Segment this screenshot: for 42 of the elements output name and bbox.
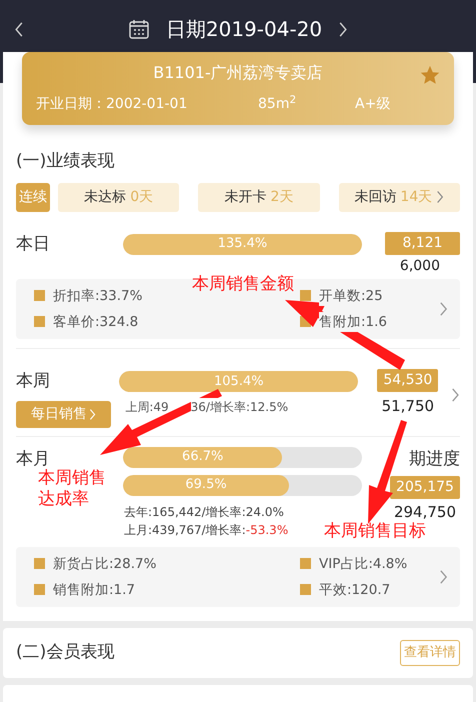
progress-percent: 105.4% bbox=[213, 372, 265, 391]
target-value: 294,750 bbox=[394, 502, 456, 522]
square-icon bbox=[34, 316, 45, 328]
open-date: 开业日期：2002-01-01 bbox=[36, 95, 188, 114]
streak-tag[interactable]: 未开卡 2天 bbox=[198, 182, 320, 212]
compare-text: 去年:165,442/增长率:24.0% bbox=[124, 504, 284, 520]
streak-tag[interactable]: 未达标 0天 bbox=[58, 182, 180, 212]
section-title: (二)会员表现 bbox=[16, 641, 114, 664]
square-icon bbox=[34, 584, 45, 596]
store-grade: A+级 bbox=[355, 95, 390, 114]
store-name: B1101-广州荔湾专卖店 bbox=[153, 62, 323, 84]
square-icon bbox=[34, 558, 45, 570]
streak-tag[interactable]: 未回访 14天 bbox=[338, 182, 460, 212]
date-title: 日期2019-04-20 bbox=[166, 16, 322, 43]
store-area: 85m$^{2}$ bbox=[258, 94, 355, 115]
square-icon bbox=[300, 290, 311, 302]
actual-value: 205,175 bbox=[390, 476, 460, 499]
row-label: 本月 bbox=[16, 448, 50, 468]
annotation-text: 本周销售目标 bbox=[324, 520, 426, 543]
row-label: 本日 bbox=[16, 232, 51, 256]
calendar-icon[interactable] bbox=[128, 18, 150, 40]
metric-text: 售附加:1.6 bbox=[319, 312, 388, 332]
square-icon bbox=[34, 290, 45, 302]
annotation-text: 本周销售达成率 bbox=[38, 468, 107, 510]
square-icon bbox=[300, 558, 311, 570]
progress-label: 期进度 bbox=[409, 448, 460, 470]
target-value: 6,000 bbox=[400, 256, 440, 276]
section-title: (一)业绩表现 bbox=[16, 150, 116, 173]
metric-text: 开单数:25 bbox=[319, 286, 383, 306]
square-icon bbox=[300, 584, 311, 596]
streak-label: 连续 bbox=[16, 182, 50, 212]
actual-value: 8,121 bbox=[385, 232, 460, 254]
progress-percent: 135.4% bbox=[216, 235, 268, 254]
row-label: 本周 bbox=[16, 370, 51, 393]
target-value: 51,750 bbox=[382, 396, 434, 417]
actual-value: 54,530 bbox=[377, 369, 438, 392]
progress-percent: 66.7% bbox=[181, 448, 224, 466]
compare-text: 上周:49 bbox=[125, 399, 169, 416]
star-icon[interactable] bbox=[419, 64, 441, 86]
annotation-text: 本周销售金额 bbox=[192, 273, 294, 296]
progress-percent: 69.5% bbox=[184, 476, 228, 494]
compare-text: 上月:439,767/增长率:-53.3% bbox=[124, 522, 288, 538]
